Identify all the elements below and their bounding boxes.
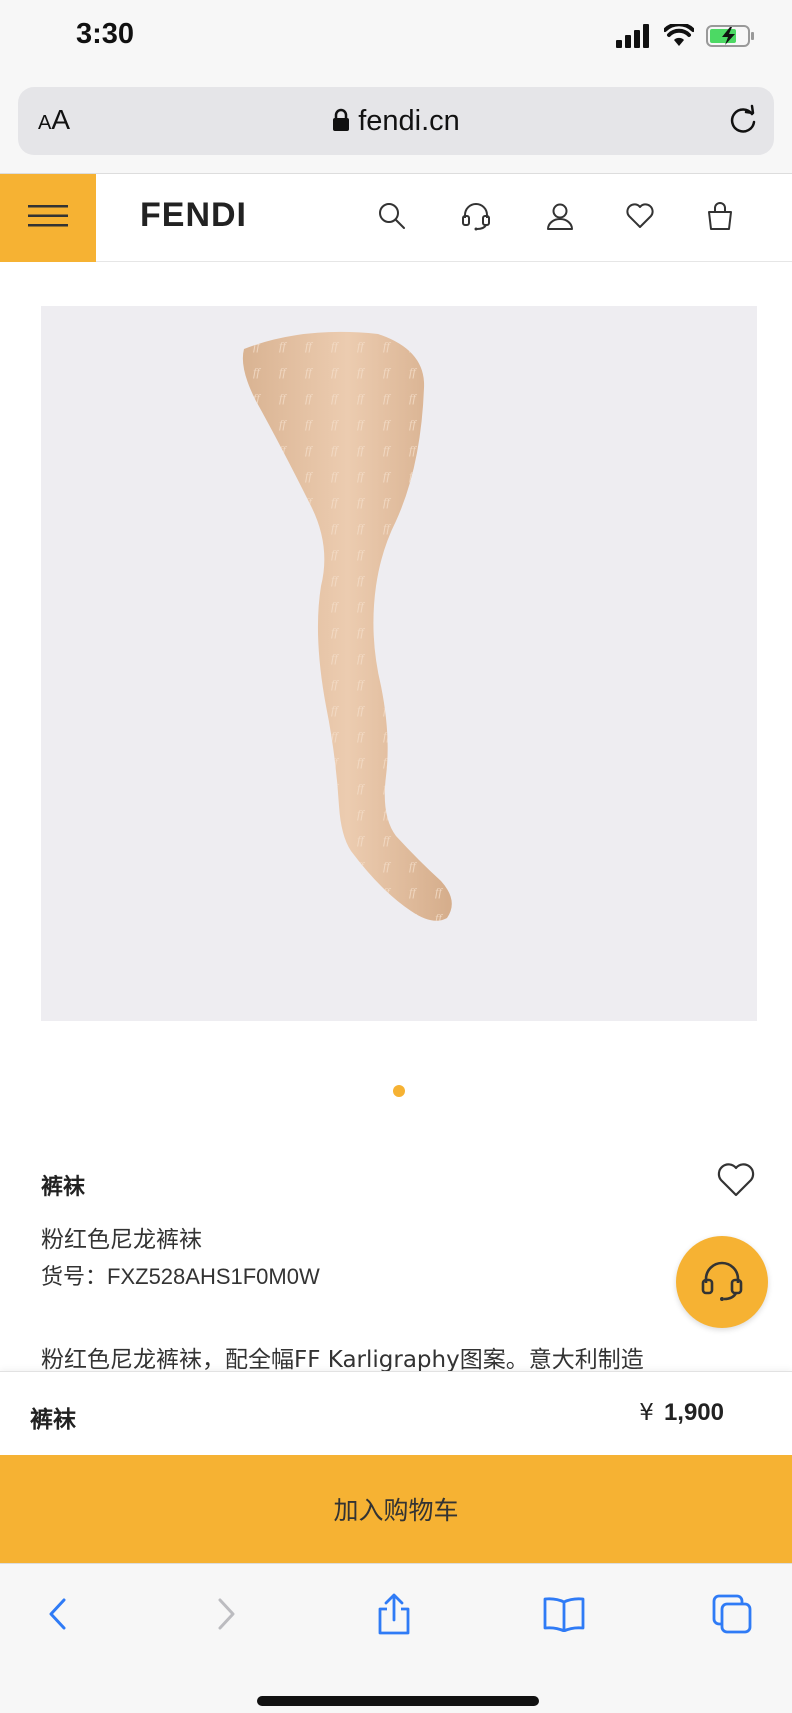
purchase-bar: 裤袜 ¥1,900 (0, 1371, 792, 1455)
home-indicator[interactable] (257, 1696, 539, 1706)
shopping-bag-button[interactable] (702, 200, 738, 236)
carousel-dot-active[interactable] (393, 1085, 405, 1097)
bookmarks-icon (542, 1596, 586, 1636)
battery-charging-icon (706, 24, 756, 52)
reload-icon[interactable] (726, 103, 760, 141)
sku-label: 货号： (41, 1265, 108, 1290)
signal-icon (616, 24, 652, 52)
heart-icon (716, 1163, 756, 1202)
browser-toolbar (0, 1563, 792, 1713)
browser-address-area: AA fendi.cn (0, 80, 792, 174)
status-bar: 3:30 (0, 0, 792, 80)
bookmarks-button[interactable] (542, 1594, 586, 1638)
url-text: fendi.cn (358, 105, 460, 137)
site-header: FENDI (0, 174, 792, 262)
add-to-cart-button[interactable]: 加入购物车 (0, 1455, 792, 1563)
forward-icon (214, 1597, 238, 1635)
product-photo-tights: ff (242, 331, 452, 921)
product-subtitle: 粉红色尼龙裤袜 (41, 1227, 202, 1253)
sku-value: FXZ528AHS1F0M0W (107, 1264, 320, 1289)
address-bar[interactable]: AA fendi.cn (18, 87, 774, 155)
product-category-title: 裤袜 (41, 1175, 86, 1200)
shopping-bag-icon (706, 201, 734, 235)
wifi-icon (663, 22, 695, 52)
customer-service-icon (699, 1259, 745, 1305)
product-price: ¥1,900 (639, 1399, 724, 1427)
share-button[interactable] (372, 1593, 416, 1639)
chat-support-button[interactable] (676, 1236, 768, 1328)
fendi-logo[interactable]: FENDI (140, 196, 247, 235)
account-icon (545, 201, 575, 235)
tabs-icon (711, 1593, 753, 1639)
customer-service-icon (460, 201, 492, 235)
back-button[interactable] (36, 1594, 80, 1638)
heart-icon (625, 202, 655, 234)
search-button[interactable] (374, 200, 410, 236)
price-amount: 1,900 (663, 1399, 724, 1426)
account-button[interactable] (542, 200, 578, 236)
currency-symbol: ¥ (639, 1400, 654, 1426)
forward-button[interactable] (204, 1594, 248, 1638)
status-icons (616, 22, 756, 52)
menu-icon (28, 205, 68, 231)
wishlist-header-button[interactable] (622, 200, 658, 236)
status-time: 3:30 (76, 18, 135, 50)
product-description: 粉红色尼龙裤袜，配全幅FF Karligraphy图案。意大利制造 (41, 1347, 644, 1373)
purchase-bar-product-name: 裤袜 (30, 1407, 76, 1433)
product-sku: 货号：FXZ528AHS1F0M0W (41, 1259, 320, 1291)
search-icon (377, 201, 407, 235)
product-image[interactable]: ff (41, 306, 757, 1021)
url-display[interactable]: fendi.cn (18, 105, 774, 140)
tabs-button[interactable] (710, 1594, 754, 1638)
add-to-wishlist-button[interactable] (716, 1162, 760, 1202)
menu-button[interactable] (0, 174, 96, 262)
share-icon (375, 1593, 413, 1639)
back-icon (46, 1597, 70, 1635)
customer-service-button[interactable] (458, 200, 494, 236)
lock-icon (332, 107, 350, 140)
